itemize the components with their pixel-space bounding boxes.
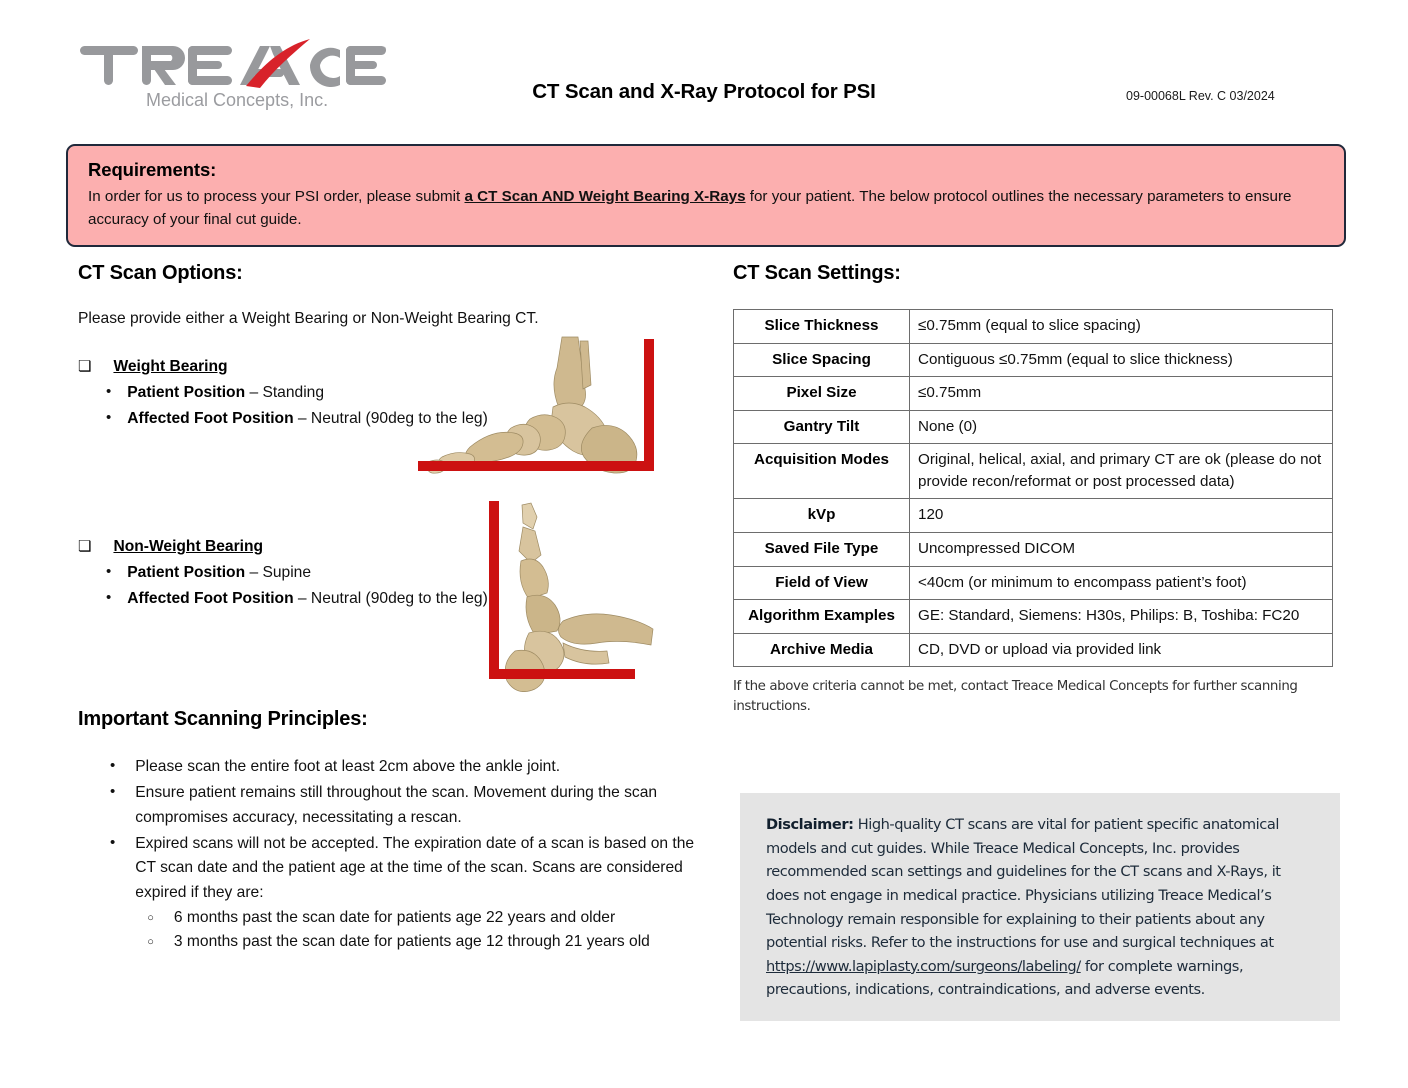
table-row: Acquisition Modes Original, helical, axi… — [733, 443, 1333, 500]
table-row: Slice Thickness ≤0.75mm (equal to slice … — [733, 309, 1333, 344]
item-label: Affected Foot Position — [127, 590, 294, 608]
checkbox-icon[interactable]: ❏ — [78, 358, 91, 376]
table-row: kVp 120 — [733, 498, 1333, 534]
principle-subtext: 3 months past the scan date for patients… — [173, 933, 650, 951]
setting-key: Gantry Tilt — [733, 409, 910, 445]
horizontal-floor-line — [418, 461, 654, 471]
setting-value: 120 — [909, 498, 1333, 534]
setting-key: Slice Thickness — [733, 309, 910, 344]
ct-scan-options-lead: Please provide either a Weight Bearing o… — [78, 310, 539, 327]
disclaimer-box: Disclaimer: High-quality CT scans are vi… — [740, 793, 1340, 1021]
setting-key: Field of View — [733, 565, 910, 601]
option-title: Weight Bearing — [113, 358, 228, 375]
setting-key: kVp — [733, 498, 910, 534]
item-label: Patient Position — [127, 564, 246, 582]
list-item: • Expired scans will not be accepted. Th… — [110, 832, 698, 955]
principle-text: Expired scans will not be accepted. The … — [135, 834, 695, 901]
weight-bearing-foot-diagram — [412, 335, 662, 490]
disclaimer-text-before: High-quality CT scans are vital for pati… — [766, 816, 1281, 952]
setting-key: Pixel Size — [733, 376, 910, 411]
disclaimer-text: Disclaimer: High-quality CT scans are vi… — [766, 813, 1316, 1002]
list-item: ○ 3 months past the scan date for patien… — [147, 930, 698, 954]
vertical-reference-line — [489, 501, 499, 679]
weight-bearing-foot-illustration — [418, 336, 654, 474]
bullet-icon: • — [106, 563, 112, 581]
ct-scan-settings-table: Slice Thickness ≤0.75mm (equal to slice … — [733, 309, 1333, 668]
page-header: ® Medical Concepts, Inc. CT Scan and X-R… — [0, 0, 1408, 130]
setting-key: Slice Spacing — [733, 342, 910, 378]
table-row: Archive Media CD, DVD or upload via prov… — [733, 632, 1333, 668]
setting-value: CD, DVD or upload via provided link — [909, 632, 1333, 668]
list-item: ○ 6 months past the scan date for patien… — [147, 906, 698, 930]
setting-key: Algorithm Examples — [733, 599, 910, 634]
item-value: – Supine — [245, 564, 312, 582]
requirements-title: Requirements: — [88, 159, 217, 180]
ct-scan-options-heading: CT Scan Options: — [78, 262, 243, 284]
table-row: Slice Spacing Contiguous ≤0.75mm (equal … — [733, 342, 1333, 378]
horizontal-floor-line — [489, 669, 635, 679]
principle-text: Ensure patient remains still throughout … — [135, 784, 658, 826]
ct-scan-settings-heading: CT Scan Settings: — [733, 262, 901, 284]
item-label: Patient Position — [127, 384, 246, 401]
setting-value: ≤0.75mm (equal to slice spacing) — [909, 309, 1333, 344]
setting-value: ≤0.75mm — [909, 376, 1333, 411]
principle-subtext: 6 months past the scan date for patients… — [173, 908, 616, 926]
item-label: Affected Foot Position — [127, 409, 294, 427]
labeling-link[interactable]: https://www.lapiplasty.com/surgeons/labe… — [766, 958, 1081, 975]
scanning-principles-section: Important Scanning Principles: • Please … — [78, 708, 698, 957]
list-item: • Please scan the entire foot at least 2… — [110, 755, 698, 779]
setting-key: Acquisition Modes — [733, 443, 910, 500]
svg-text:®: ® — [381, 46, 387, 54]
setting-value: Original, helical, axial, and primary CT… — [909, 443, 1333, 500]
bullet-icon: • — [106, 589, 112, 607]
item-value: – Neutral (90deg to the leg) — [293, 590, 488, 608]
table-row: Gantry Tilt None (0) — [733, 409, 1333, 445]
non-weight-bearing-foot-illustration — [489, 501, 654, 692]
table-row: Algorithm Examples GE: Standard, Siemens… — [733, 599, 1333, 634]
requirements-text-before: In order for us to process your PSI orde… — [88, 188, 465, 205]
table-row: Saved File Type Uncompressed DICOM — [733, 532, 1333, 567]
bullet-icon: • — [106, 408, 112, 426]
list-item: • Ensure patient remains still throughou… — [110, 781, 698, 830]
scanning-principles-heading: Important Scanning Principles: — [78, 708, 368, 730]
setting-key: Archive Media — [733, 632, 910, 668]
option-title: Non-Weight Bearing — [113, 538, 264, 556]
vertical-reference-line — [644, 339, 654, 463]
disclaimer-label: Disclaimer: — [766, 816, 854, 833]
table-row: Field of View <40cm (or minimum to encom… — [733, 565, 1333, 601]
bullet-icon: • — [106, 383, 112, 400]
settings-note: If the above criteria cannot be met, con… — [733, 679, 1298, 714]
non-weight-bearing-foot-diagram — [475, 497, 660, 692]
table-row: Pixel Size ≤0.75mm — [733, 376, 1333, 411]
setting-key: Saved File Type — [733, 532, 910, 567]
item-value: – Standing — [245, 384, 325, 401]
bullet-icon: • — [110, 757, 116, 774]
bullet-icon: • — [110, 783, 116, 801]
requirements-box: Requirements: In order for us to process… — [66, 144, 1346, 247]
document-code: 09-00068L Rev. C 03/2024 — [1126, 89, 1275, 103]
setting-value: None (0) — [909, 409, 1333, 445]
bullet-icon: • — [110, 833, 116, 851]
setting-value: GE: Standard, Siemens: H30s, Philips: B,… — [909, 599, 1333, 634]
setting-value: <40cm (or minimum to encompass patient’s… — [909, 565, 1333, 601]
setting-value: Uncompressed DICOM — [909, 532, 1333, 567]
requirements-text: In order for us to process your PSI orde… — [88, 186, 1326, 231]
principle-text: Please scan the entire foot at least 2cm… — [135, 758, 561, 775]
checkbox-icon[interactable]: ❏ — [78, 539, 91, 556]
sub-bullet-icon: ○ — [147, 936, 154, 949]
sub-bullet-icon: ○ — [147, 911, 154, 924]
setting-value: Contiguous ≤0.75mm (equal to slice thick… — [909, 342, 1333, 378]
requirements-emphasis: a CT Scan AND Weight Bearing X-Rays — [464, 188, 746, 205]
ct-scan-settings-section: CT Scan Settings: Slice Thickness ≤0.75m… — [733, 262, 1333, 716]
